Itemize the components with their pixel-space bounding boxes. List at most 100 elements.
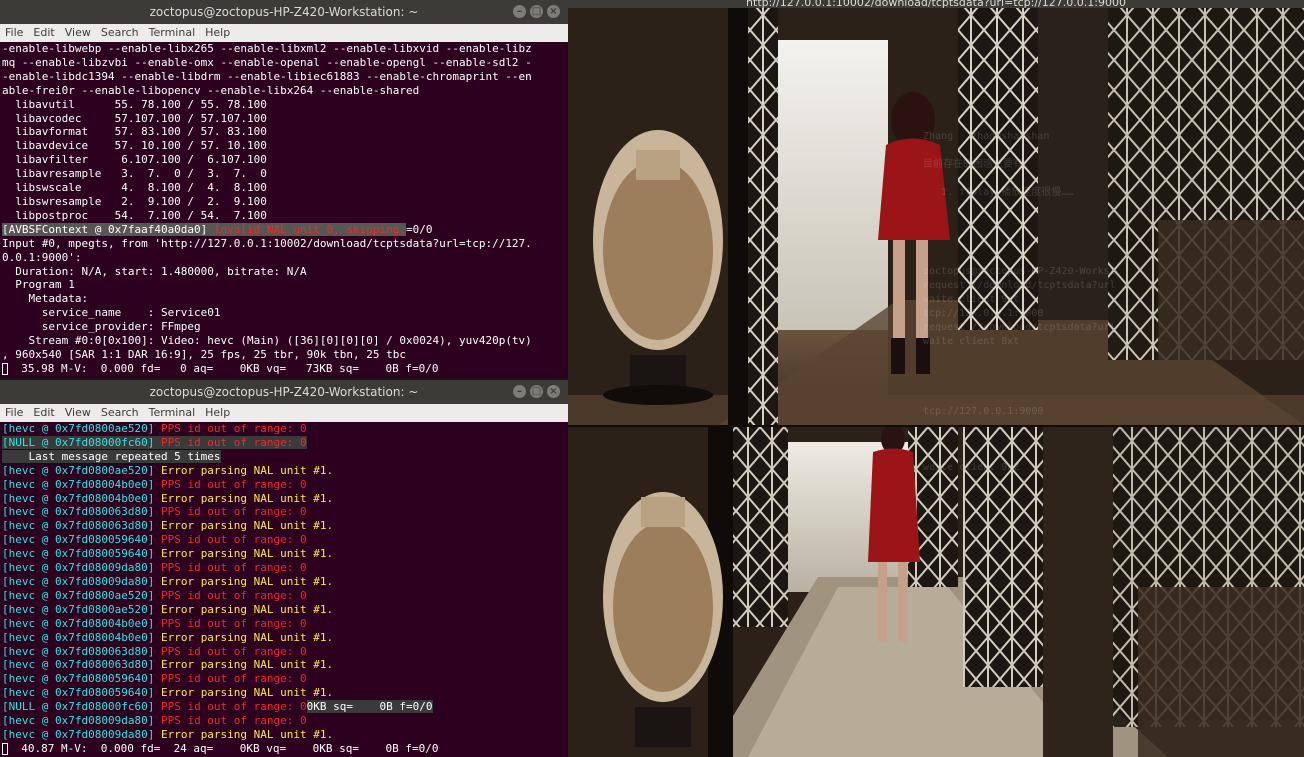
output-line: [hevc @ 0x7fd08009da80] Error parsing NA… [2,728,566,742]
log-prefix: [hevc @ 0x7fd0800ae520] [2,588,161,602]
log-message: PPS id out of range: 0 [160,561,307,575]
maximize-icon[interactable]: □ [530,385,543,398]
log-message: PPS id out of range: 0 [160,672,307,686]
log-prefix: [hevc @ 0x7fd080063d80] [2,505,161,519]
window-titlebar[interactable]: zoctopus@zoctopus-HP-Z420-Workstation: ~… [0,380,568,404]
output-line: [hevc @ 0x7fd08004b0e0] PPS id out of ra… [2,617,566,631]
output-line: 0.0.1:9000': [2,250,82,264]
menu-search[interactable]: Search [96,24,144,42]
terminal-output[interactable]: [hevc @ 0x7fd0800ae520] PPS id out of ra… [0,422,568,756]
output-line: libavcodec 57.107.100 / 57.107.100 [2,111,267,125]
output-line: [hevc @ 0x7fd080063d80] PPS id out of ra… [2,645,566,659]
output-line: [hevc @ 0x7fd080063d80] Error parsing NA… [2,519,566,533]
output-line: Metadata: [2,292,89,306]
output-line: [hevc @ 0x7fd08009da80] PPS id out of ra… [2,714,566,728]
output-line: [hevc @ 0x7fd0800ae520] Error parsing NA… [2,603,566,617]
output-line: [NULL @ 0x7fd08000fc60] PPS id out of ra… [2,435,566,450]
log-message: PPS id out of range: 0 [160,644,307,658]
log-message: Error parsing NAL unit #1. [160,491,334,505]
output-line: able-frei0r --enable-libopencv --enable-… [2,83,420,97]
menu-terminal[interactable]: Terminal [144,24,201,42]
close-icon[interactable]: × [547,5,560,18]
terminal-window-bottom[interactable]: zoctopus@zoctopus-HP-Z420-Workstation: ~… [0,380,568,757]
output-line: [hevc @ 0x7fd0800ae520] PPS id out of ra… [2,422,566,436]
log-prefix: [hevc @ 0x7fd08004b0e0] [2,630,161,644]
log-message: Error parsing NAL unit #1. [160,547,334,561]
log-prefix: [hevc @ 0x7fd080059640] [2,533,161,547]
output-line: [hevc @ 0x7fd080059640] PPS id out of ra… [2,533,566,547]
window-title: zoctopus@zoctopus-HP-Z420-Workstation: ~ [149,385,419,399]
log-prefix: [hevc @ 0x7fd080059640] [2,672,161,686]
output-line: Input #0, mpegts, from 'http://127.0.0.1… [2,236,532,250]
menu-help[interactable]: Help [200,404,235,422]
menu-bar: File Edit View Search Terminal Help [0,404,568,422]
output-line: libavdevice 57. 10.100 / 57. 10.100 [2,139,267,153]
log-message: PPS id out of range: 0 [160,505,307,519]
output-line: Last message repeated 5 times [2,449,566,464]
log-message: Error parsing NAL unit #1. [160,463,334,477]
log-prefix: [hevc @ 0x7fd08009da80] [2,714,161,728]
log-message: Error parsing NAL unit #1. [160,658,334,672]
menu-file[interactable]: File [0,24,28,42]
menu-bar: File Edit View Search Terminal Help [0,24,568,42]
log-prefix: [hevc @ 0x7fd080059640] [2,547,161,561]
avbsf-warning-line: [AVBSFContext @ 0x7faaf40a0da0] Invalid … [2,222,566,237]
menu-view[interactable]: View [60,404,96,422]
minimize-icon[interactable]: – [513,385,526,398]
menu-file[interactable]: File [0,404,28,422]
log-prefix: [hevc @ 0x7fd0800ae520] [2,602,161,616]
output-line: , 960x540 [SAR 1:1 DAR 16:9], 25 fps, 25… [2,347,406,361]
log-prefix: [hevc @ 0x7fd08009da80] [2,727,161,741]
log-message: Error parsing NAL unit #1. [160,574,334,588]
output-line: [hevc @ 0x7fd080059640] PPS id out of ra… [2,672,566,686]
log-message: PPS id out of range: 0 [160,700,307,714]
output-line: [hevc @ 0x7fd08009da80] PPS id out of ra… [2,561,566,575]
status-line: 40.87 M-V: 0.000 fd= 24 aq= 0KB vq= 0KB … [2,742,566,756]
output-line: [hevc @ 0x7fd080063d80] PPS id out of ra… [2,505,566,519]
output-line: libavresample 3. 7. 0 / 3. 7. 0 [2,167,267,181]
output-line: [hevc @ 0x7fd080059640] Error parsing NA… [2,686,566,700]
avbsf-prefix: [AVBSFContext @ 0x7faaf40a0da0] [2,222,214,236]
menu-help[interactable]: Help [200,24,235,42]
output-line: Duration: N/A, start: 1.480000, bitrate:… [2,264,307,278]
output-line: libswscale 4. 8.100 / 4. 8.100 [2,181,267,195]
status-text: 40.87 M-V: 0.000 fd= 24 aq= 0KB vq= 0KB … [8,741,439,755]
output-line: service_name : Service01 [2,306,221,320]
output-line: [hevc @ 0x7fd080059640] Error parsing NA… [2,547,566,561]
log-message: PPS id out of range: 0 [160,616,307,630]
status-text: 35.98 M-V: 0.000 fd= 0 aq= 0KB vq= 73KB … [8,361,439,375]
output-line: [hevc @ 0x7fd080063d80] Error parsing NA… [2,658,566,672]
window-titlebar[interactable]: zoctopus@zoctopus-HP-Z420-Workstation: ~… [0,0,568,24]
avbsf-message: Invalid NAL unit 0, skipping. [213,222,406,236]
log-prefix: [hevc @ 0x7fd08004b0e0] [2,477,161,491]
menu-terminal[interactable]: Terminal [144,404,201,422]
output-line: libswresample 2. 9.100 / 2. 9.100 [2,194,267,208]
output-line: [hevc @ 0x7fd0800ae520] Error parsing NA… [2,464,566,478]
log-prefix: Last message repeated 5 times [2,449,221,463]
menu-view[interactable]: View [60,24,96,42]
log-prefix: [hevc @ 0x7fd080063d80] [2,644,161,658]
status-line: 35.98 M-V: 0.000 fd= 0 aq= 0KB vq= 73KB … [2,362,566,376]
log-prefix: [hevc @ 0x7fd08004b0e0] [2,491,161,505]
log-prefix: [NULL @ 0x7fd08000fc60] [2,700,161,714]
ffplay-video-window[interactable]: Zhang · zhangshanshan 目前存在的困惑主要有 1. ffpl… [568,0,1304,757]
output-line: service_provider: FFmpeg [2,320,201,334]
video-window-title[interactable]: http://127.0.0.1:10002/download/tcptsdat… [568,0,1304,8]
output-line: [hevc @ 0x7fd08004b0e0] Error parsing NA… [2,492,566,506]
output-line: Stream #0:0[0x100]: Video: hevc (Main) (… [2,334,532,348]
menu-edit[interactable]: Edit [28,24,59,42]
log-prefix: [NULL @ 0x7fd08000fc60] [2,435,161,449]
menu-search[interactable]: Search [96,404,144,422]
log-message: PPS id out of range: 0 [160,588,307,602]
output-line: [hevc @ 0x7fd08009da80] Error parsing NA… [2,575,566,589]
log-message: PPS id out of range: 0 [160,422,307,435]
terminal-window-top[interactable]: zoctopus@zoctopus-HP-Z420-Workstation: ~… [0,0,568,378]
menu-edit[interactable]: Edit [28,404,59,422]
maximize-icon[interactable]: □ [530,5,543,18]
background-ghost-text: Zhang · zhangshanshan 目前存在的困惑主要有 1. ffpl… [923,131,1074,198]
log-message: Error parsing NAL unit #1. [160,727,334,741]
minimize-icon[interactable]: – [513,5,526,18]
close-icon[interactable]: × [547,385,560,398]
terminal-output[interactable]: -enable-libwebp --enable-libx265 --enabl… [0,42,568,376]
output-line: libavutil 55. 78.100 / 55. 78.100 [2,97,267,111]
